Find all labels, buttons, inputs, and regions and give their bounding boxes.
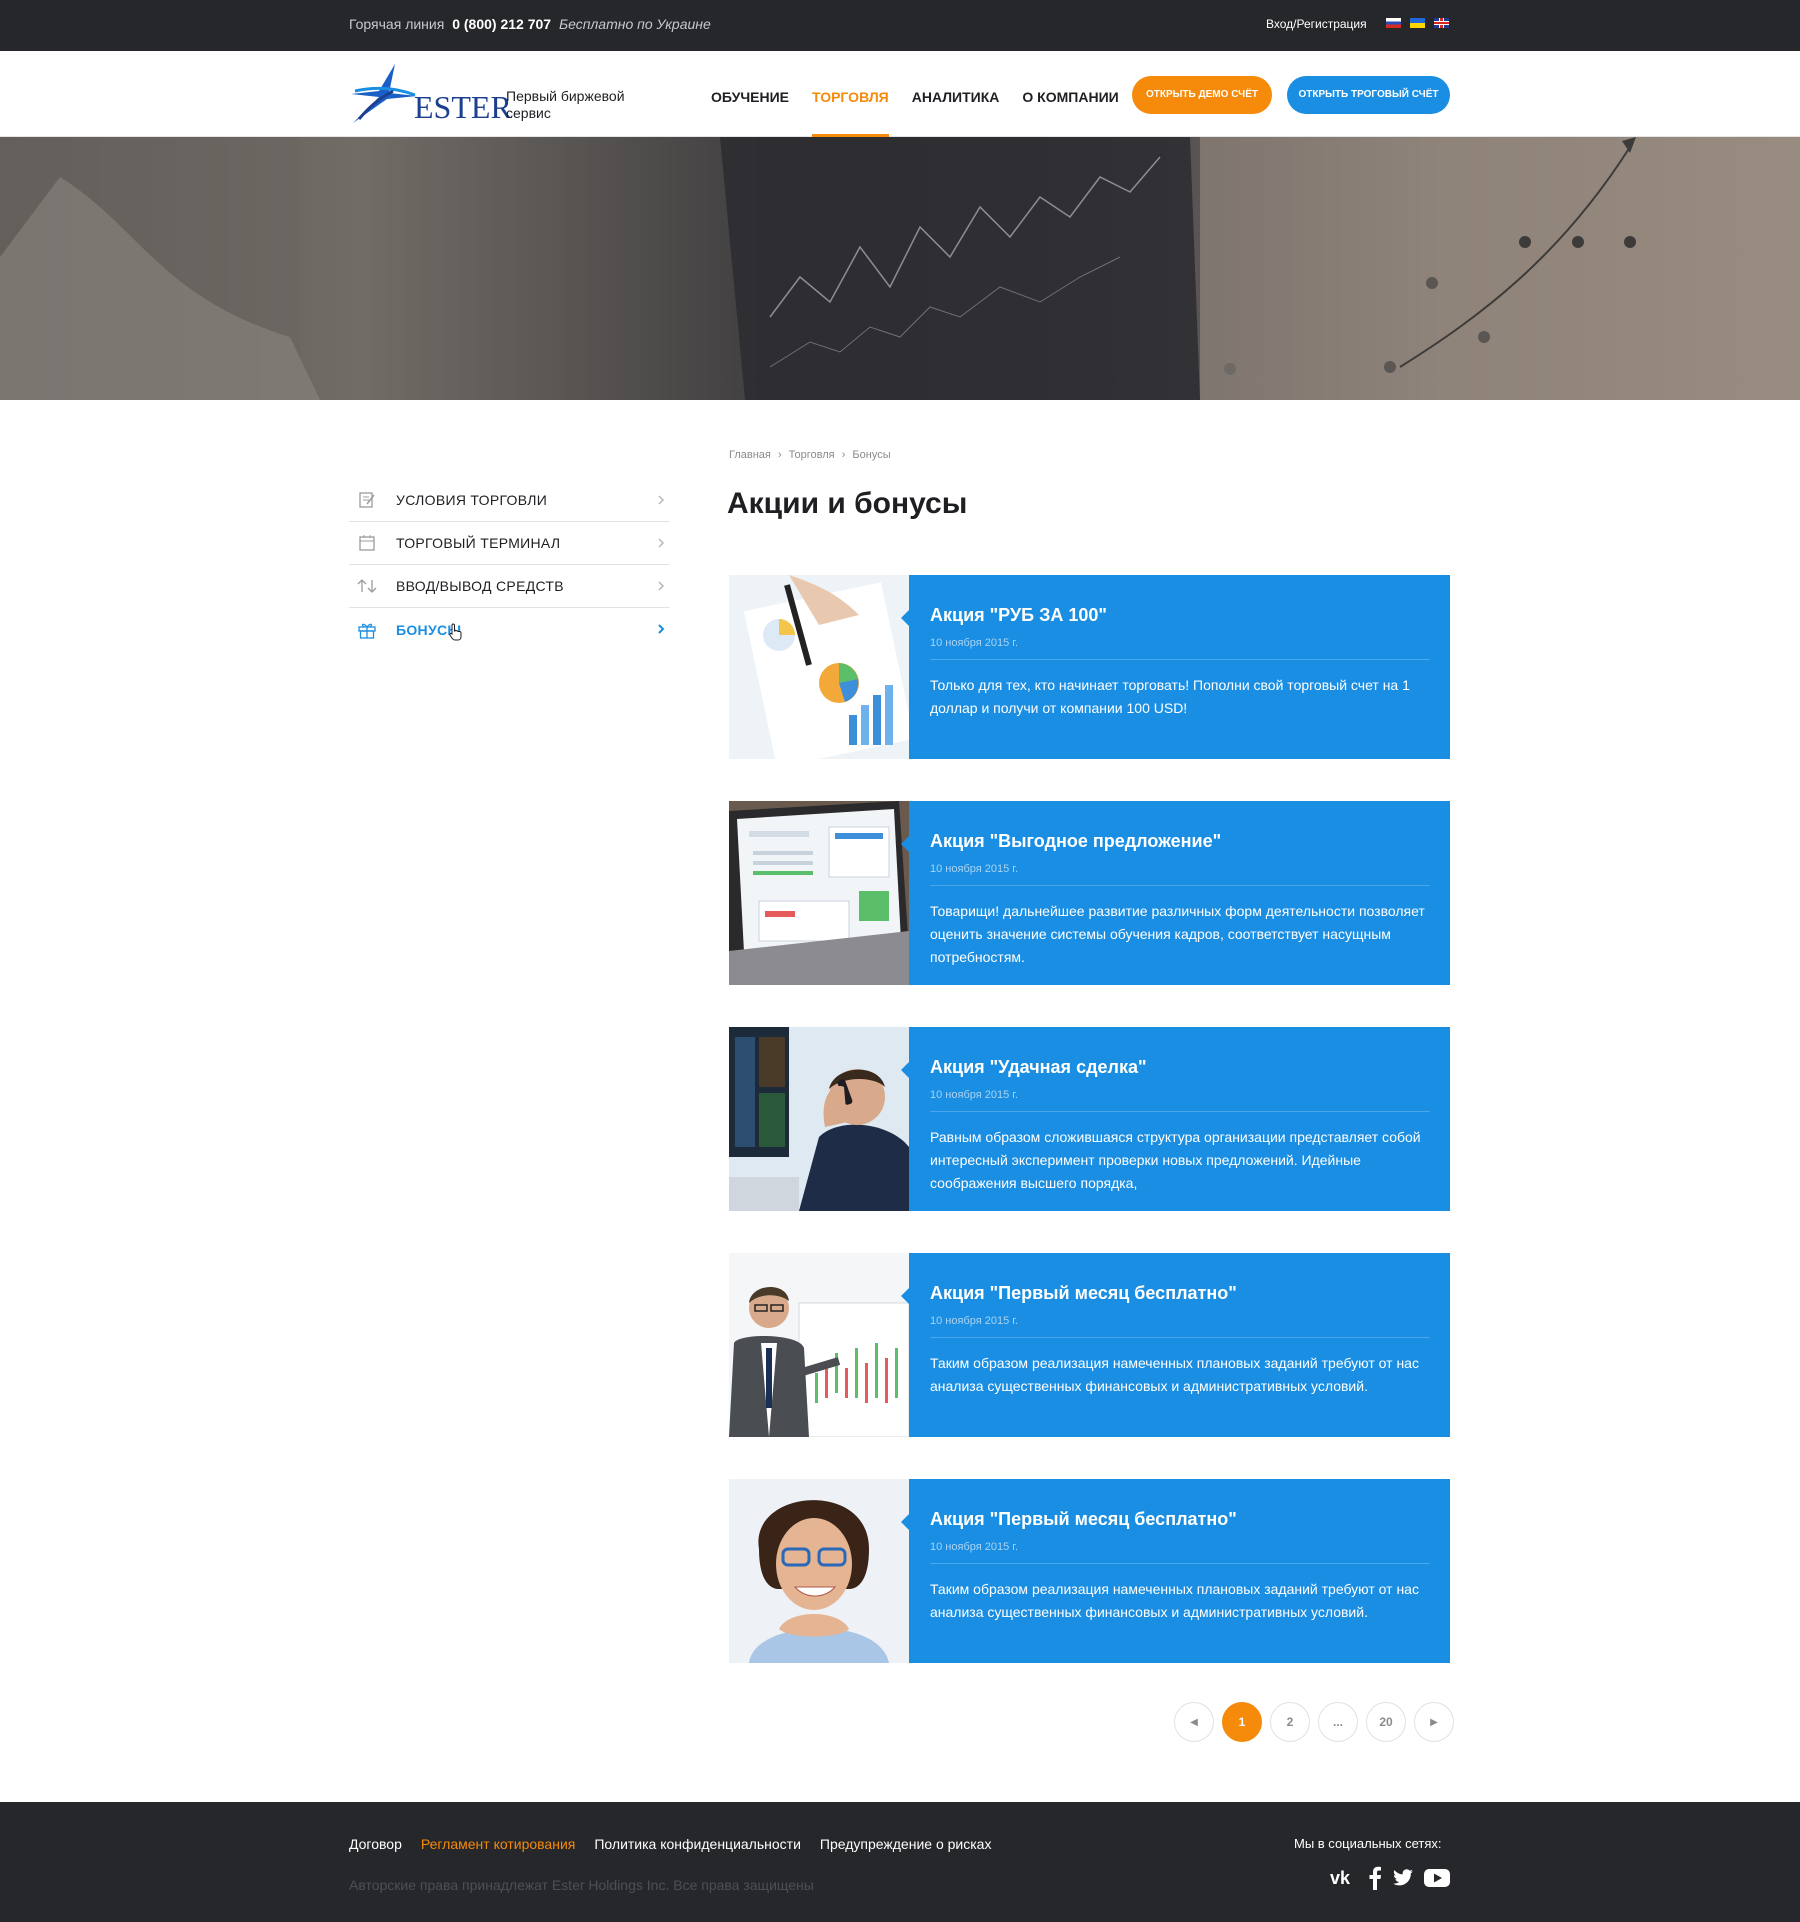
nav-education[interactable]: ОБУЧЕНИЕ bbox=[711, 89, 789, 137]
hotline-label: Горячая линия bbox=[349, 16, 445, 32]
sidebar-item-trading-conditions[interactable]: УСЛОВИЯ ТОРГОВЛИ bbox=[349, 479, 670, 522]
main-nav: ОБУЧЕНИЕ ТОРГОВЛЯ АНАЛИТИКА О КОМПАНИИ bbox=[711, 89, 1119, 137]
footer-links: Договор Регламент котирования Политика к… bbox=[349, 1836, 991, 1852]
page-button-20[interactable]: 20 bbox=[1366, 1702, 1406, 1742]
vk-icon[interactable]: vk bbox=[1330, 1865, 1358, 1891]
breadcrumb-bonuses: Бонусы bbox=[852, 449, 891, 461]
promo-date: 10 ноября 2015 г. bbox=[930, 1315, 1018, 1327]
promo-title[interactable]: Акция "Выгодное предложение" bbox=[930, 831, 1221, 852]
promo-title[interactable]: Акция "Первый месяц бесплатно" bbox=[930, 1509, 1237, 1530]
hotline: Горячая линия 0 (800) 212 707 Бесплатно … bbox=[349, 16, 711, 32]
social-label: Мы в социальных сетях: bbox=[1294, 1836, 1442, 1851]
breadcrumb-trading[interactable]: Торговля bbox=[789, 449, 835, 461]
promo-card[interactable]: Акция "Первый месяц бесплатно" 10 ноября… bbox=[729, 1253, 1450, 1437]
terminal-icon bbox=[356, 532, 378, 554]
promo-divider bbox=[930, 1111, 1430, 1112]
document-icon bbox=[356, 489, 378, 511]
sidebar-menu: УСЛОВИЯ ТОРГОВЛИ ТОРГОВЫЙ ТЕРМИНАЛ ВВОД/… bbox=[349, 479, 670, 651]
facebook-icon[interactable] bbox=[1368, 1865, 1382, 1891]
promo-image-woman bbox=[729, 1479, 909, 1663]
page-button-1[interactable]: 1 bbox=[1222, 1702, 1262, 1742]
promo-image-charts bbox=[729, 575, 909, 759]
promo-text: Только для тех, кто начинает торговать! … bbox=[930, 677, 1410, 716]
nav-analytics[interactable]: АНАЛИТИКА bbox=[912, 89, 1000, 137]
promo-date: 10 ноября 2015 г. bbox=[930, 1541, 1018, 1553]
flag-ua-icon[interactable] bbox=[1410, 18, 1425, 28]
hero-banner bbox=[0, 137, 1800, 400]
chevron-right-icon bbox=[658, 538, 665, 548]
transfer-arrows-icon bbox=[356, 575, 378, 597]
promo-image-trader-phone bbox=[729, 1027, 909, 1211]
nav-about[interactable]: О КОМПАНИИ bbox=[1022, 89, 1118, 137]
main-header: ESTER Первый биржевой сервис ОБУЧЕНИЕ ТО… bbox=[0, 51, 1800, 137]
sidebar-item-deposit-withdrawal[interactable]: ВВОД/ВЫВОД СРЕДСТВ bbox=[349, 565, 670, 608]
tagline: Первый биржевой сервис bbox=[506, 88, 625, 121]
promo-date: 10 ноября 2015 г. bbox=[930, 1089, 1018, 1101]
promo-image-tablet bbox=[729, 801, 909, 985]
sidebar-item-bonuses[interactable]: БОНУСЫ bbox=[349, 608, 670, 651]
sidebar-item-trading-terminal[interactable]: ТОРГОВЫЙ ТЕРМИНАЛ bbox=[349, 522, 670, 565]
promo-text: Таким образом реализация намеченных план… bbox=[930, 1581, 1419, 1620]
promo-date: 10 ноября 2015 г. bbox=[930, 637, 1018, 649]
chevron-right-icon bbox=[658, 624, 665, 634]
footer-link-privacy[interactable]: Политика конфиденциальности bbox=[594, 1836, 801, 1852]
hotline-number[interactable]: 0 (800) 212 707 bbox=[452, 16, 551, 32]
social-links: vk bbox=[1330, 1865, 1450, 1891]
promo-text: Равным образом сложившаяся структура орг… bbox=[930, 1129, 1421, 1191]
star-logo-icon bbox=[351, 64, 417, 123]
top-bar: Горячая линия 0 (800) 212 707 Бесплатно … bbox=[0, 0, 1800, 51]
next-page-button[interactable]: ▶ bbox=[1414, 1702, 1454, 1742]
breadcrumb-separator: › bbox=[841, 449, 846, 461]
open-demo-account-button[interactable]: ОТКРЫТЬ ДЕМО СЧЁТ bbox=[1132, 76, 1272, 114]
sidebar-item-label: ВВОД/ВЫВОД СРЕДСТВ bbox=[396, 578, 564, 594]
promo-image-presenter bbox=[729, 1253, 909, 1437]
language-switcher bbox=[1386, 18, 1449, 28]
breadcrumb-separator: › bbox=[777, 449, 782, 461]
promo-card[interactable]: Акция "Удачная сделка" 10 ноября 2015 г.… bbox=[729, 1027, 1450, 1211]
footer-link-contract[interactable]: Договор bbox=[349, 1836, 402, 1852]
hotline-note: Бесплатно по Украине bbox=[558, 16, 711, 32]
promo-title[interactable]: Акция "Удачная сделка" bbox=[930, 1057, 1147, 1078]
page-ellipsis: ... bbox=[1318, 1702, 1358, 1742]
promo-card[interactable]: Акция "Выгодное предложение" 10 ноября 2… bbox=[729, 801, 1450, 985]
sidebar-item-label: УСЛОВИЯ ТОРГОВЛИ bbox=[396, 492, 548, 508]
hand-cursor-icon bbox=[449, 623, 462, 641]
prev-page-button[interactable]: ◀ bbox=[1174, 1702, 1214, 1742]
footer-link-risk-warning[interactable]: Предупреждение о рисках bbox=[820, 1836, 992, 1852]
footer: Договор Регламент котирования Политика к… bbox=[0, 1802, 1800, 1922]
footer-link-quoting-rules[interactable]: Регламент котирования bbox=[421, 1836, 575, 1852]
promo-card[interactable]: Акция "Первый месяц бесплатно" 10 ноября… bbox=[729, 1479, 1450, 1663]
login-register-link[interactable]: Вход/Регистрация bbox=[1266, 17, 1367, 31]
page-title: Акции и бонусы bbox=[727, 487, 968, 520]
promo-card[interactable]: Акция "РУБ ЗА 100" 10 ноября 2015 г. Тол… bbox=[729, 575, 1450, 759]
youtube-icon[interactable] bbox=[1424, 1865, 1450, 1891]
flag-en-icon[interactable] bbox=[1434, 18, 1449, 28]
promo-divider bbox=[930, 885, 1430, 886]
pagination: ◀ 1 2 ... 20 ▶ bbox=[1174, 1702, 1454, 1742]
promo-divider bbox=[930, 659, 1430, 660]
breadcrumb-home[interactable]: Главная bbox=[729, 449, 771, 461]
breadcrumb: Главная › Торговля › Бонусы bbox=[729, 449, 895, 461]
promo-text: Таким образом реализация намеченных план… bbox=[930, 1355, 1419, 1394]
copyright: Авторские права принадлежат Ester Holdin… bbox=[349, 1877, 814, 1893]
gift-icon bbox=[356, 619, 378, 641]
svg-text:vk: vk bbox=[1330, 1869, 1351, 1887]
page-button-2[interactable]: 2 bbox=[1270, 1702, 1310, 1742]
logo-text: ESTER bbox=[414, 89, 512, 125]
twitter-icon[interactable] bbox=[1392, 1865, 1414, 1891]
promo-title[interactable]: Акция "РУБ ЗА 100" bbox=[930, 605, 1107, 626]
promo-divider bbox=[930, 1337, 1430, 1338]
open-trading-account-button[interactable]: ОТКРЫТЬ ТРОГОВЫЙ СЧЁТ bbox=[1287, 76, 1450, 114]
promo-divider bbox=[930, 1563, 1430, 1564]
chevron-right-icon bbox=[658, 581, 665, 591]
hero-chart-image bbox=[0, 137, 1800, 400]
nav-trading[interactable]: ТОРГОВЛЯ bbox=[812, 89, 889, 137]
chevron-right-icon bbox=[658, 495, 665, 505]
flag-ru-icon[interactable] bbox=[1386, 18, 1401, 28]
sidebar-item-label: ТОРГОВЫЙ ТЕРМИНАЛ bbox=[396, 535, 561, 551]
promo-text: Товарищи! дальнейшее развитие различных … bbox=[930, 903, 1425, 965]
promo-date: 10 ноября 2015 г. bbox=[930, 863, 1018, 875]
promo-title[interactable]: Акция "Первый месяц бесплатно" bbox=[930, 1283, 1237, 1304]
